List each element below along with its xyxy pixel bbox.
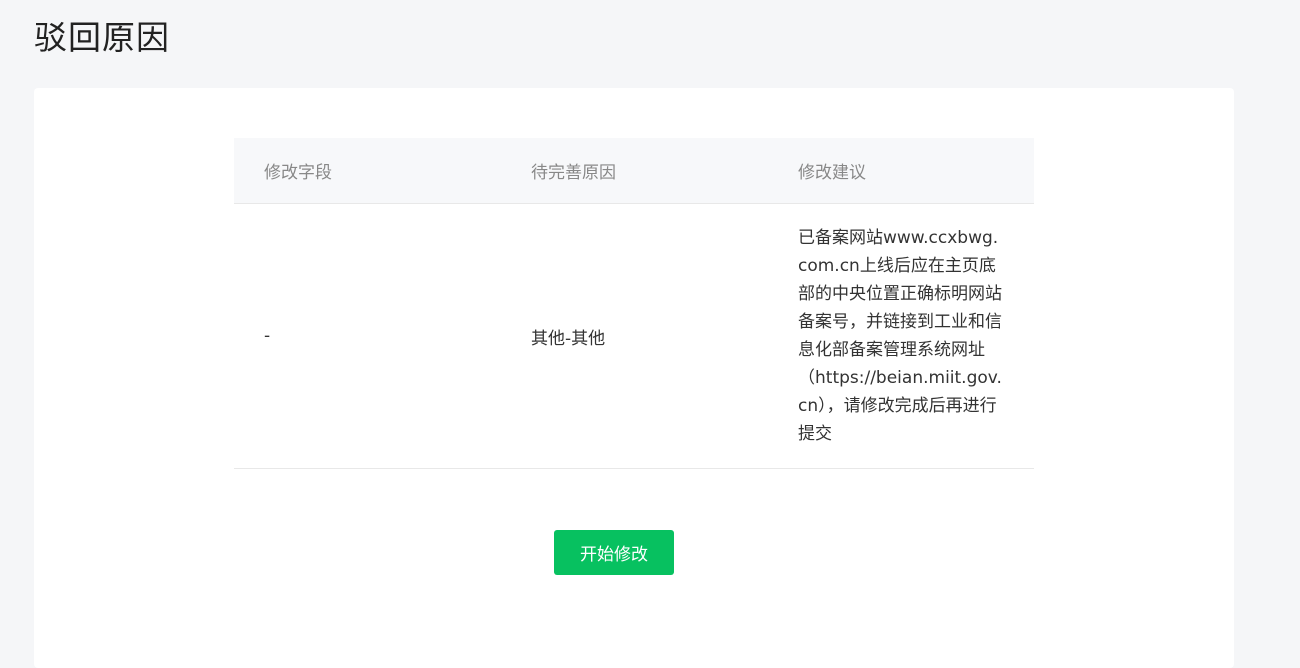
header-suggestion: 修改建议 xyxy=(798,163,866,183)
table-header: 修改字段 待完善原因 修改建议 xyxy=(234,138,1034,204)
start-edit-button[interactable]: 开始修改 xyxy=(554,530,674,575)
header-field: 修改字段 xyxy=(264,163,332,183)
cell-reason: 其他-其他 xyxy=(531,328,606,349)
cell-suggestion: 已备案网站www.ccxbwg.com.cn上线后应在主页底部的中央位置正确标明… xyxy=(798,228,1002,444)
header-reason: 待完善原因 xyxy=(531,163,616,183)
rejection-table: 修改字段 待完善原因 修改建议 - 其他-其他 已备案网站www.ccxbwg.… xyxy=(234,138,1034,469)
rejection-card: 修改字段 待完善原因 修改建议 - 其他-其他 已备案网站www.ccxbwg.… xyxy=(34,88,1234,668)
page-title: 驳回原因 xyxy=(34,18,170,57)
cell-field: - xyxy=(264,326,271,346)
table-row: - 其他-其他 已备案网站www.ccxbwg.com.cn上线后应在主页底部的… xyxy=(234,204,1034,469)
